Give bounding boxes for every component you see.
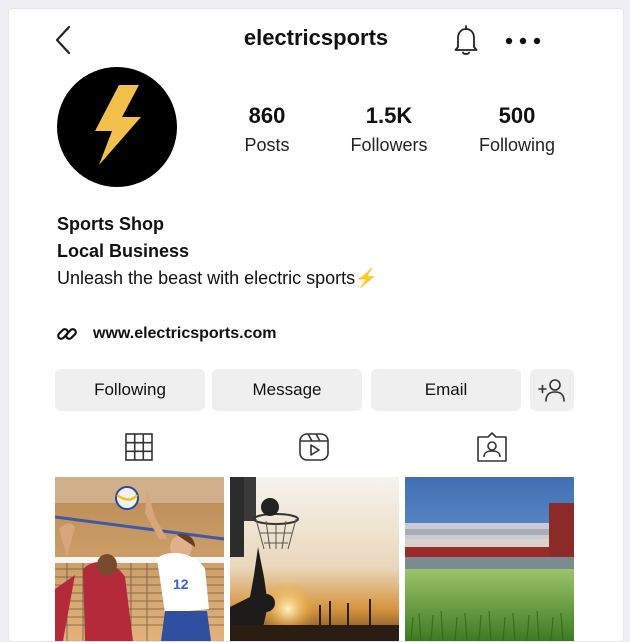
volleyball-photo: 12 xyxy=(55,477,224,641)
tab-grid[interactable] xyxy=(119,429,159,465)
post-thumbnail-stadium[interactable] xyxy=(405,477,574,641)
post-thumbnail-basketball[interactable] xyxy=(230,477,399,641)
tab-reels[interactable] xyxy=(294,429,334,465)
stat-posts-label: Posts xyxy=(244,135,290,155)
stat-posts-value: 860 xyxy=(248,103,286,128)
reels-icon xyxy=(299,433,329,461)
profile-name: Sports Shop xyxy=(57,214,164,234)
tagged-icon xyxy=(477,432,507,462)
svg-text:12: 12 xyxy=(173,576,189,592)
add-person-button[interactable] xyxy=(530,369,574,411)
lightning-emoji: ⚡ xyxy=(355,268,378,288)
following-button[interactable]: Following xyxy=(55,369,205,411)
grid-icon xyxy=(125,433,153,461)
more-horizontal-icon xyxy=(505,37,541,45)
bell-icon xyxy=(454,25,478,55)
stat-posts[interactable]: 860 Posts xyxy=(212,103,322,157)
notifications-button[interactable] xyxy=(451,23,481,57)
profile-description: Unleash the beast with electric sports xyxy=(57,268,356,288)
tab-tagged[interactable] xyxy=(472,429,512,465)
website-url: www.electricsports.com xyxy=(93,325,277,342)
website-link[interactable]: www.electricsports.com xyxy=(55,321,276,347)
email-button[interactable]: Email xyxy=(371,369,521,411)
profile-header: electricsports xyxy=(9,9,623,73)
stadium-photo xyxy=(405,477,574,641)
avatar[interactable] xyxy=(57,67,177,187)
add-person-icon xyxy=(538,379,565,402)
stat-following-value: 500 xyxy=(498,103,536,128)
link-icon xyxy=(57,328,77,340)
profile-description-line: Unleash the beast with electric sports⚡ xyxy=(57,265,378,292)
stat-followers-label: Followers xyxy=(350,135,428,155)
lightning-bolt-logo xyxy=(95,85,141,165)
profile-bio: Sports Shop Local Business Unleash the b… xyxy=(57,211,378,292)
stat-followers[interactable]: 1.5K Followers xyxy=(334,103,444,157)
basketball-photo xyxy=(230,477,399,641)
stat-followers-value: 1.5K xyxy=(365,103,413,128)
post-thumbnail-volleyball[interactable]: 12 xyxy=(55,477,224,641)
message-button[interactable]: Message xyxy=(212,369,362,411)
stat-following-label: Following xyxy=(478,135,556,155)
more-options-button[interactable] xyxy=(503,31,543,51)
stat-following[interactable]: 500 Following xyxy=(462,103,572,157)
profile-category: Local Business xyxy=(57,241,190,261)
profile-screen: electricsports 860 Posts 1.5K Followers xyxy=(8,8,624,642)
